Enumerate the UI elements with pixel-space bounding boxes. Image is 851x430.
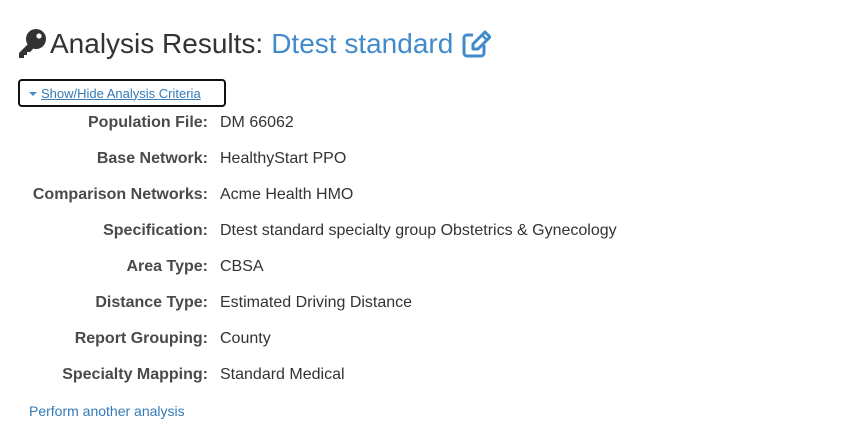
criteria-label: Specialty Mapping:	[62, 366, 208, 383]
criteria-label: Comparison Networks:	[32, 186, 208, 203]
criteria-label: Base Network:	[96, 150, 208, 167]
title-prefix: Analysis Results:	[50, 28, 264, 59]
criteria-row-base-network: Base Network: HealthyStart PPO	[0, 141, 700, 177]
criteria-label: Distance Type:	[95, 294, 208, 311]
caret-down-icon	[29, 91, 37, 96]
criteria-value: Acme Health HMO	[220, 186, 354, 203]
criteria-value: Dtest standard specialty group Obstetric…	[220, 222, 617, 239]
criteria-value: Standard Medical	[220, 366, 345, 383]
criteria-row-population-file: Population File: DM 66062	[0, 105, 700, 141]
criteria-row-report-grouping: Report Grouping: County	[0, 321, 700, 357]
show-hide-criteria-label: Show/Hide Analysis Criteria	[41, 85, 201, 101]
criteria-row-comparison-networks: Comparison Networks: Acme Health HMO	[0, 177, 700, 213]
analysis-name: Dtest standard	[271, 28, 454, 59]
edit-icon[interactable]	[461, 29, 492, 59]
criteria-row-specification: Specification: Dtest standard specialty …	[0, 213, 700, 249]
criteria-value: DM 66062	[220, 114, 294, 131]
criteria-label: Area Type:	[126, 258, 208, 275]
criteria-label: Population File:	[88, 114, 208, 131]
perform-another-analysis-link[interactable]: Perform another analysis	[29, 403, 185, 419]
criteria-value: CBSA	[220, 258, 264, 275]
criteria-label: Report Grouping:	[74, 330, 208, 347]
criteria-row-distance-type: Distance Type: Estimated Driving Distanc…	[0, 285, 700, 321]
criteria-value: HealthyStart PPO	[220, 150, 347, 167]
show-hide-criteria-toggle[interactable]: Show/Hide Analysis Criteria	[18, 79, 226, 107]
criteria-row-specialty-mapping: Specialty Mapping: Standard Medical	[0, 357, 700, 393]
criteria-row-area-type: Area Type: CBSA	[0, 249, 700, 285]
criteria-value: County	[220, 330, 271, 347]
criteria-label: Specification:	[103, 222, 208, 239]
key-icon	[19, 29, 46, 58]
page-title: Analysis Results: Dtest standard	[15, 26, 492, 62]
criteria-value: Estimated Driving Distance	[220, 294, 413, 311]
